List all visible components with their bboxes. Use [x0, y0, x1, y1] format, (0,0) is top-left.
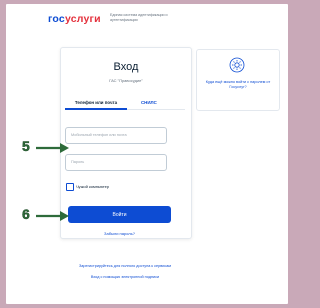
- step-6-arrow-icon: [36, 211, 69, 221]
- phone-or-email-placeholder: Мобильный телефон или почта: [71, 133, 127, 137]
- gosuslugi-logo[interactable]: госуслуги: [48, 13, 101, 25]
- sun-icon: [229, 57, 245, 78]
- header-tagline: Единая система идентификации и аутентифи…: [110, 13, 168, 22]
- register-link[interactable]: Зарегистрируйтесь для полного доступа к …: [50, 264, 200, 268]
- login-subtitle: ГАС "Правосудие": [109, 78, 143, 83]
- logo-part-uslugi: услуги: [64, 13, 101, 25]
- tab-phone-or-email[interactable]: Телефон или почта: [65, 100, 127, 105]
- phone-or-email-input[interactable]: Мобильный телефон или почта: [65, 127, 167, 144]
- where-to-login-text: Куда ещё можно войти с паролем от Госусл…: [205, 80, 271, 89]
- password-input[interactable]: Пароль: [65, 154, 167, 171]
- password-placeholder: Пароль: [71, 160, 85, 164]
- login-button[interactable]: Войти: [68, 206, 171, 223]
- step-number-5: 5: [22, 138, 30, 155]
- login-card: Вход ГАС "Правосудие" Телефон или почта …: [60, 47, 192, 239]
- where-to-login-panel[interactable]: Куда ещё можно войти с паролем от Госусл…: [196, 49, 280, 111]
- forgot-password-link[interactable]: Забыли пароль?: [61, 231, 178, 236]
- remember-label[interactable]: Чужой компьютер: [76, 184, 109, 189]
- tab-snils[interactable]: СНИЛС: [141, 100, 157, 105]
- esign-login-link[interactable]: Вход с помощью электронной подписи: [50, 275, 200, 279]
- login-title: Вход: [113, 61, 139, 73]
- step-5-arrow-icon: [36, 143, 69, 153]
- active-tab-indicator: [65, 108, 127, 110]
- step-number-6: 6: [22, 206, 30, 223]
- remember-checkbox[interactable]: [66, 183, 74, 191]
- logo-part-gos: гос: [48, 13, 65, 25]
